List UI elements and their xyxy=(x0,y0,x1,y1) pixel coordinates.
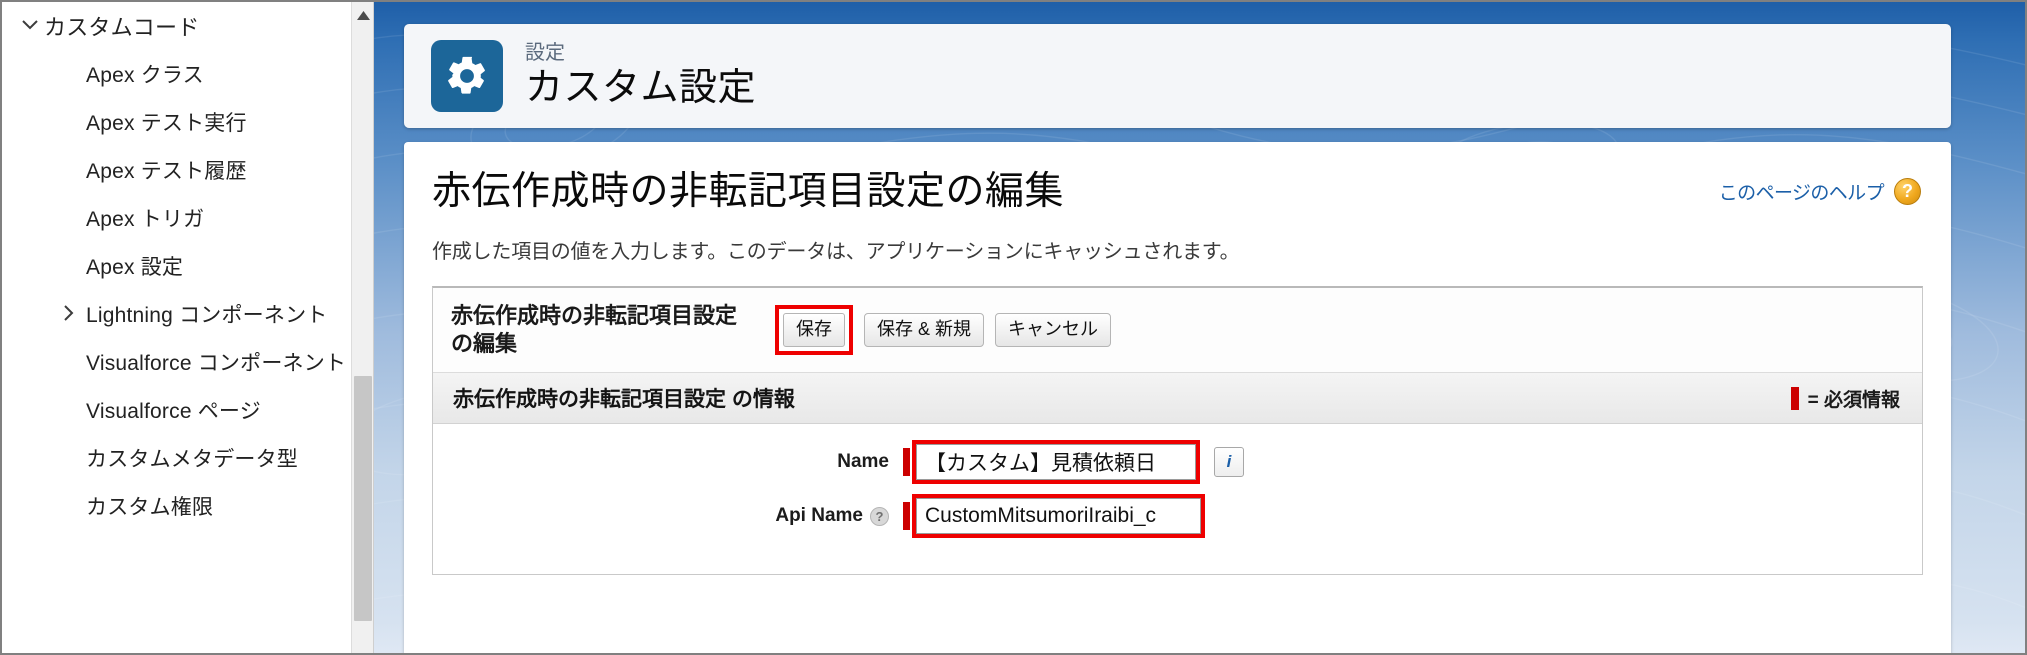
sidebar-item-label: Lightning コンポーネント xyxy=(86,304,328,327)
sidebar-item-label: カスタムメタデータ型 xyxy=(86,448,298,471)
setup-sidebar: カスタムコード Apex クラス Apex テスト実行 Apex テスト履歴 Apex … xyxy=(2,2,374,653)
cancel-button[interactable]: キャンセル xyxy=(995,312,1112,348)
question-mark-icon[interactable]: ? xyxy=(1894,178,1921,205)
field-help-icon[interactable]: ? xyxy=(870,506,889,526)
page-help[interactable]: このページのヘルプ ? xyxy=(1719,178,1921,205)
sidebar-item-label: Visualforce ページ xyxy=(86,400,261,423)
sidebar-item-4[interactable]: Apex トリガ xyxy=(2,194,350,242)
field-label: Api Name? xyxy=(433,505,903,527)
sidebar-item-label: Apex テスト履歴 xyxy=(86,160,247,183)
chevron-down-icon[interactable] xyxy=(16,19,44,31)
required-marker-icon xyxy=(903,502,910,531)
content-card: 赤伝作成時の非転記項目設定の編集 作成した項目の値を入力します。このデータは、ア… xyxy=(404,142,1951,653)
gear-icon xyxy=(431,40,503,112)
sidebar-item-2[interactable]: Apex テスト実行 xyxy=(2,98,350,146)
sidebar-item-6[interactable]: Lightning コンポーネント xyxy=(2,290,350,338)
section-title: 赤伝作成時の非転記項目設定 の情報 xyxy=(453,388,795,412)
page-help-link[interactable]: このページのヘルプ xyxy=(1719,178,1885,205)
field-label-text: Name xyxy=(837,451,889,473)
sidebar-item-3[interactable]: Apex テスト履歴 xyxy=(2,146,350,194)
setup-header-card: 設定 カスタム設定 xyxy=(404,24,1951,128)
sidebar-item-label: Apex クラス xyxy=(86,64,204,87)
sidebar-item-1[interactable]: Apex クラス xyxy=(2,50,350,98)
required-marker-icon xyxy=(903,448,910,477)
field-label-text: Api Name xyxy=(775,505,863,527)
required-marker-icon xyxy=(1790,386,1799,410)
form-panel-toolbar: 赤伝作成時の非転記項目設定 の編集 保存 保存 & 新規 キャンセル xyxy=(433,287,1922,374)
save-button[interactable]: 保存 xyxy=(783,312,845,348)
screenshot-root: カスタムコード Apex クラス Apex テスト実行 Apex テスト履歴 Apex … xyxy=(0,0,2027,655)
sidebar-scrollbar-thumb[interactable] xyxy=(354,376,372,621)
required-legend-label: = 必須情報 xyxy=(1807,389,1900,411)
setup-eyebrow: 設定 xyxy=(525,41,565,64)
field-input-highlight xyxy=(912,494,1205,539)
field-label: Name xyxy=(433,451,903,473)
save-button-highlight: 保存 xyxy=(775,304,853,356)
chevron-right-icon[interactable] xyxy=(50,304,86,322)
required-legend: = 必須情報 xyxy=(1790,385,1900,412)
page-head: 赤伝作成時の非転記項目設定の編集 作成した項目の値を入力します。このデータは、ア… xyxy=(404,142,1951,264)
sidebar-item-label: Visualforce コンポーネント xyxy=(86,352,347,375)
sidebar-item-label: Apex テスト実行 xyxy=(86,112,247,135)
scroll-up-arrow-icon[interactable] xyxy=(352,4,373,26)
sidebar-item-7[interactable]: Visualforce コンポーネント xyxy=(2,338,350,386)
sidebar-item-label: カスタム権限 xyxy=(86,496,214,519)
main-background: 設定 カスタム設定 赤伝作成時の非転記項目設定の編集 作成した項目の値を入力しま… xyxy=(374,2,2025,653)
sidebar-item-8[interactable]: Visualforce ページ xyxy=(2,386,350,434)
form-fields: Name i Api Name? xyxy=(433,424,1922,575)
form-action-buttons: 保存 保存 & 新規 キャンセル xyxy=(775,304,1112,356)
sidebar-item-10[interactable]: カスタム権限 xyxy=(2,482,350,530)
sidebar-item-label: カスタムコード xyxy=(44,15,200,40)
setup-header-text: 設定 カスタム設定 xyxy=(525,42,756,111)
sidebar-item-label: Apex トリガ xyxy=(86,208,205,231)
form-panel-title: 赤伝作成時の非転記項目設定 の編集 xyxy=(451,302,738,356)
field-row: Name i xyxy=(433,440,1922,485)
save-and-new-button[interactable]: 保存 & 新規 xyxy=(864,312,985,348)
sidebar-item-5[interactable]: Apex 設定 xyxy=(2,242,350,290)
api-name-input[interactable] xyxy=(916,498,1201,535)
sidebar-item-0[interactable]: カスタムコード xyxy=(2,2,350,50)
setup-title: カスタム設定 xyxy=(525,66,757,109)
page-description: 作成した項目の値を入力します。このデータは、アプリケーションにキャッシュされます… xyxy=(432,240,1240,263)
field-input-highlight xyxy=(912,440,1200,485)
name-input[interactable] xyxy=(916,444,1196,481)
section-header: 赤伝作成時の非転記項目設定 の情報 = 必須情報 xyxy=(433,373,1922,425)
page-title: 赤伝作成時の非転記項目設定の編集 xyxy=(432,170,1065,213)
edit-form-panel: 赤伝作成時の非転記項目設定 の編集 保存 保存 & 新規 キャンセル 赤伝作成時… xyxy=(432,285,1923,576)
field-row: Api Name? xyxy=(433,494,1922,539)
sidebar-scrollbar-track[interactable] xyxy=(351,2,373,653)
setup-tree: カスタムコード Apex クラス Apex テスト実行 Apex テスト履歴 Apex … xyxy=(2,2,350,653)
sidebar-item-label: Apex 設定 xyxy=(86,256,184,279)
info-icon[interactable]: i xyxy=(1214,447,1244,478)
sidebar-item-9[interactable]: カスタムメタデータ型 xyxy=(2,434,350,482)
